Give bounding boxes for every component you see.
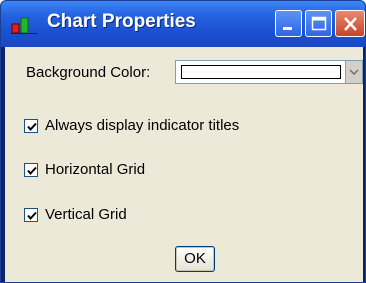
checkmark-icon	[27, 166, 37, 176]
title-bar[interactable]: Chart Properties	[1, 1, 365, 47]
minimize-icon	[283, 27, 292, 30]
background-color-swatch	[181, 65, 341, 79]
background-color-select[interactable]	[175, 60, 363, 84]
minimize-button[interactable]	[275, 10, 302, 37]
maximize-icon	[311, 16, 327, 31]
ok-button[interactable]: OK	[175, 246, 215, 272]
dialog-body: Background Color: Always display indicat…	[5, 47, 363, 282]
chevron-down-icon	[349, 69, 359, 75]
chart-icon	[11, 17, 37, 34]
always-display-titles-checkbox[interactable]	[24, 119, 38, 133]
background-color-label: Background Color:	[26, 64, 151, 81]
horizontal-grid-label[interactable]: Horizontal Grid	[45, 161, 145, 178]
checkmark-icon	[27, 211, 37, 221]
dropdown-button[interactable]	[345, 61, 362, 83]
checkmark-icon	[27, 122, 37, 132]
maximize-button[interactable]	[305, 10, 332, 37]
chart-properties-window: Chart Properties Background Color: Alway…	[0, 0, 366, 283]
horizontal-grid-checkbox[interactable]	[24, 163, 38, 177]
always-display-titles-label[interactable]: Always display indicator titles	[45, 117, 239, 134]
vertical-grid-checkbox[interactable]	[24, 208, 38, 222]
close-icon	[344, 17, 357, 31]
vertical-grid-label[interactable]: Vertical Grid	[45, 206, 127, 223]
window-title: Chart Properties	[47, 11, 196, 32]
close-button[interactable]	[335, 10, 365, 37]
